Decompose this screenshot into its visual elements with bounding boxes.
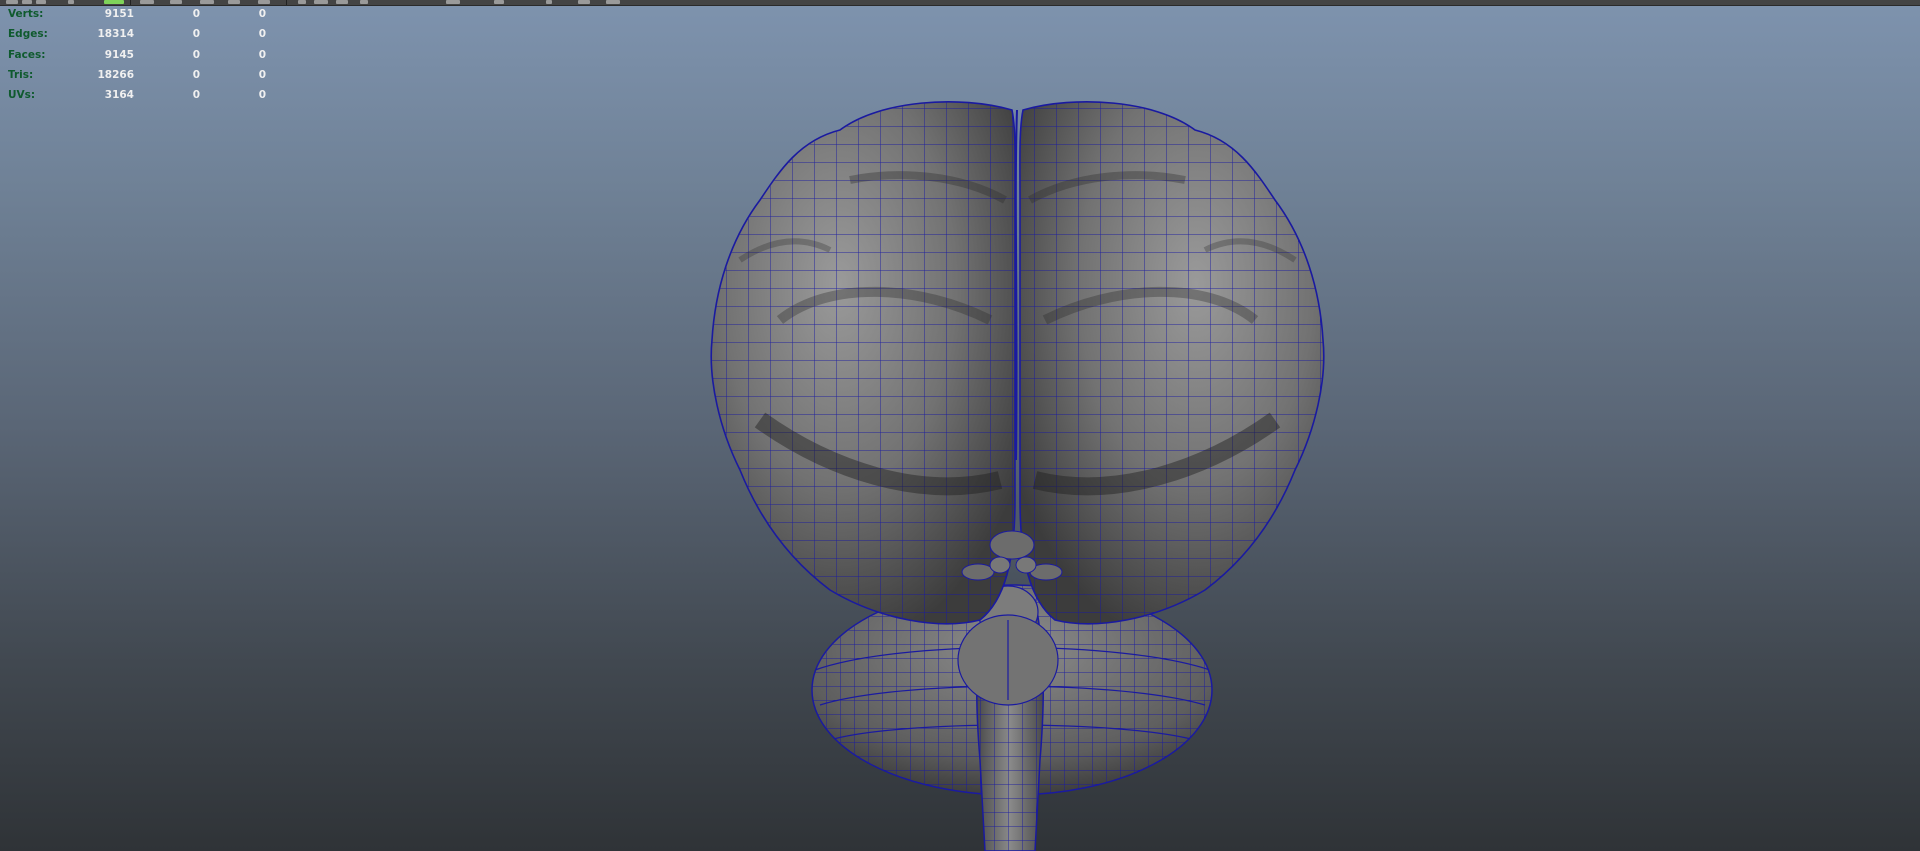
hud-value: 0	[192, 28, 200, 41]
hud-value: 0	[258, 8, 266, 20]
hud-label: Faces:	[8, 48, 46, 61]
hud-label: Tris:	[8, 68, 34, 81]
hud-value: 0	[192, 89, 200, 102]
hud-value: 0	[258, 48, 266, 61]
hud-value: 0	[192, 48, 200, 61]
hud-value: 0	[192, 8, 200, 20]
hud-value: 0	[192, 68, 200, 81]
hud-row-verts: Verts: 9151 0 0	[8, 4, 268, 24]
hud-value: 0	[258, 68, 266, 81]
hud-value: 9145	[104, 48, 134, 61]
hud-row-tris: Tris: 18266 0 0	[8, 65, 268, 85]
hud-row-faces: Faces: 9145 0 0	[8, 45, 268, 65]
hud-label: Edges:	[8, 28, 48, 41]
poly-count-hud: Verts: 9151 0 0 Edges: 18314 0 0 Faces: …	[8, 4, 268, 105]
hud-row-uvs: UVs: 3164 0 0	[8, 85, 268, 105]
hud-value: 0	[258, 28, 266, 41]
hud-value: 18266	[97, 68, 134, 81]
hud-row-edges: Edges: 18314 0 0	[8, 24, 268, 44]
viewport[interactable]	[0, 0, 1920, 851]
hud-value: 3164	[104, 89, 134, 102]
hud-label: UVs:	[8, 89, 36, 102]
longitudinal-fissure	[1014, 109, 1018, 461]
hud-value: 9151	[104, 8, 134, 20]
hud-label: Verts:	[8, 8, 44, 20]
hud-value: 0	[258, 89, 266, 102]
hud-value: 18314	[97, 28, 134, 41]
